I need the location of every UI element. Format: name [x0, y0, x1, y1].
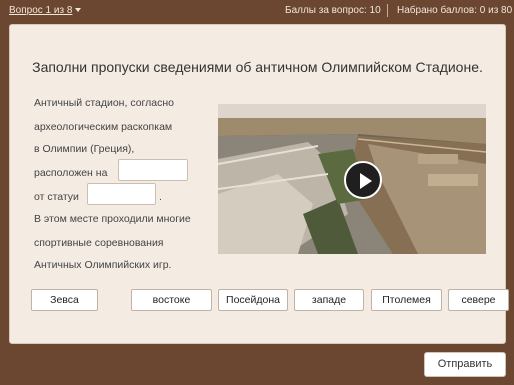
submit-button[interactable]: Отправить	[424, 352, 506, 377]
text-period: .	[159, 191, 162, 203]
text-line-2: археологическим раскопкам	[34, 121, 173, 133]
option-zeus[interactable]: Зевса	[31, 289, 98, 311]
divider	[387, 4, 388, 17]
question-navigator[interactable]: Вопрос 1 из 8	[9, 5, 82, 16]
blank-input-1[interactable]	[118, 159, 188, 181]
text-line-3: в Олимпии (Греция),	[34, 143, 135, 155]
video-player[interactable]	[218, 104, 486, 254]
total-points: Набрано баллов: 0 из 80	[397, 5, 513, 16]
option-north[interactable]: севере	[448, 289, 509, 311]
text-line-6: В этом месте проходили многие	[34, 213, 191, 225]
points-per-question: Баллы за вопрос: 10	[285, 5, 381, 16]
text-line-5: от статуи	[34, 191, 79, 203]
chevron-down-icon	[75, 8, 82, 13]
text-line-8: Античных Олимпийских игр.	[34, 259, 172, 271]
question-nav-label: Вопрос 1 из 8	[9, 5, 73, 16]
option-poseidon[interactable]: Посейдона	[218, 289, 288, 311]
text-line-4: расположен на	[34, 167, 108, 179]
option-east[interactable]: востоке	[131, 289, 212, 311]
question-card: Заполни пропуски сведениями об античном …	[9, 24, 509, 344]
text-line-1: Античный стадион, согласно	[34, 97, 174, 109]
play-icon[interactable]	[344, 161, 382, 199]
text-line-7: спортивные соревнования	[34, 237, 164, 249]
option-ptolemy[interactable]: Птолемея	[371, 289, 442, 311]
option-west[interactable]: западе	[294, 289, 364, 311]
question-title: Заполни пропуски сведениями об античном …	[32, 59, 483, 75]
blank-input-2[interactable]	[87, 183, 156, 205]
top-bar: Вопрос 1 из 8 Баллы за вопрос: 10 Набран…	[0, 0, 514, 22]
